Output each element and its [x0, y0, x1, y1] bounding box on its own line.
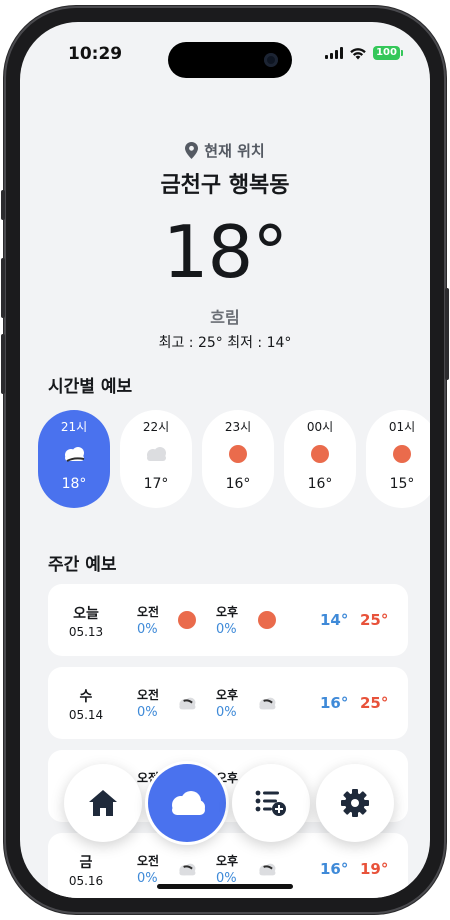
- hour-temp: 15°: [389, 476, 415, 492]
- sun-icon: [258, 611, 276, 629]
- hour-card[interactable]: 00시 16°: [284, 410, 356, 508]
- sun-icon: [178, 611, 196, 629]
- sun-icon: [229, 445, 247, 463]
- cloud-icon: [259, 697, 276, 709]
- gear-icon: [341, 789, 369, 817]
- day-min-temp: 16°: [320, 694, 349, 712]
- hour-card[interactable]: 01시 15°: [366, 410, 430, 508]
- volume-down-button: [1, 334, 5, 394]
- action-button: [1, 190, 5, 220]
- hour-time: 00시: [306, 420, 334, 434]
- pm-label: 오후: [216, 605, 239, 619]
- am-label: 오전: [137, 854, 160, 868]
- am-precip: 0%: [137, 871, 158, 886]
- day-min-temp: 14°: [320, 611, 349, 629]
- dynamic-island: [168, 42, 292, 78]
- home-icon: [89, 790, 117, 816]
- pm-label: 오후: [216, 854, 239, 868]
- weather-condition: 흐림: [210, 308, 240, 327]
- day-card[interactable]: 오늘 05.13 오전 0% 오후 0% 14° 25°: [48, 584, 408, 656]
- hour-card[interactable]: 21시 18°: [38, 410, 110, 508]
- list-add-icon: [255, 790, 286, 816]
- hour-temp: 17°: [143, 476, 169, 492]
- day-min-temp: 16°: [320, 860, 349, 878]
- high-low-temperature: 최고 : 25° 최저 : 14°: [158, 335, 292, 351]
- power-button: [445, 288, 449, 380]
- hour-time: 01시: [388, 420, 416, 434]
- sun-icon: [393, 445, 411, 463]
- cloud-icon: [65, 447, 85, 462]
- am-precip: 0%: [137, 622, 158, 637]
- cloud-icon: [172, 791, 205, 815]
- cloud-icon: [147, 447, 166, 461]
- volume-up-button: [1, 258, 5, 318]
- status-icons: 100: [325, 46, 403, 60]
- location-pin-icon: [185, 142, 199, 159]
- hour-time: 23시: [224, 420, 252, 434]
- home-indicator[interactable]: [157, 884, 293, 889]
- city-name: 금천구 행복동: [160, 173, 290, 198]
- hour-time: 22시: [142, 420, 170, 434]
- cloud-icon: [259, 863, 276, 875]
- sun-icon: [311, 445, 329, 463]
- hour-time: 21시: [60, 420, 88, 434]
- day-max-temp: 25°: [360, 694, 389, 712]
- hour-temp: 18°: [61, 476, 87, 492]
- am-precip: 0%: [137, 705, 158, 720]
- pm-precip: 0%: [216, 622, 237, 637]
- am-label: 오전: [137, 605, 160, 619]
- day-max-temp: 25°: [360, 611, 389, 629]
- day-name: 오늘: [73, 606, 99, 622]
- weekly-forecast-title: 주간 예보: [48, 555, 117, 575]
- nav-list-add-button[interactable]: [232, 764, 310, 842]
- hourly-forecast-title: 시간별 예보: [48, 377, 133, 397]
- day-name: 금: [79, 855, 93, 871]
- nav-home-button[interactable]: [64, 764, 142, 842]
- day-date: 05.16: [68, 874, 104, 888]
- hour-temp: 16°: [225, 476, 251, 492]
- day-card[interactable]: 수 05.14 오전 0% 오후 0% 16° 25°: [48, 667, 408, 739]
- day-max-temp: 19°: [360, 860, 389, 878]
- day-name: 수: [79, 689, 93, 705]
- location-label: 현재 위치: [204, 142, 265, 160]
- hour-card[interactable]: 23시 16°: [202, 410, 274, 508]
- hour-card[interactable]: 22시 17°: [120, 410, 192, 508]
- battery-icon: 100: [373, 46, 403, 60]
- pm-precip: 0%: [216, 705, 237, 720]
- nav-settings-button[interactable]: [316, 764, 394, 842]
- phone-frame: 10:29 100 현재 위치 금천구 행복동 18° 흐림 최고 : 25° …: [1, 6, 449, 914]
- day-date: 05.14: [68, 708, 104, 722]
- cloud-icon: [179, 697, 196, 709]
- hourly-forecast-list[interactable]: 21시 18° 22시 17° 23시 16° 00시 16° 01시 15°: [38, 410, 430, 508]
- status-time: 10:29: [68, 44, 123, 64]
- hour-temp: 16°: [307, 476, 333, 492]
- nav-weather-button[interactable]: [148, 764, 226, 842]
- location-row[interactable]: 현재 위치: [20, 140, 430, 161]
- cloud-icon: [179, 863, 196, 875]
- signal-icon: [325, 47, 343, 59]
- app-screen: 10:29 100 현재 위치 금천구 행복동 18° 흐림 최고 : 25° …: [20, 22, 430, 898]
- pm-label: 오후: [216, 688, 239, 702]
- wifi-icon: [350, 47, 366, 59]
- am-label: 오전: [137, 688, 160, 702]
- day-date: 05.13: [68, 625, 104, 639]
- current-temperature: 18°: [162, 210, 289, 294]
